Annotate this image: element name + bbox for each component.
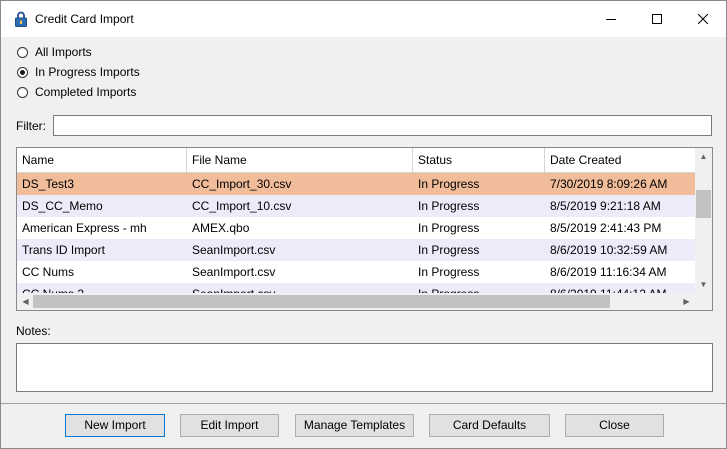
cell-name: American Express - mh: [22, 221, 147, 235]
cell-status: In Progress: [418, 177, 480, 191]
cell-date-created: 7/30/2019 8:09:26 AM: [550, 177, 668, 191]
cell-file-name: SeanImport.csv: [192, 265, 276, 279]
radio-button[interactable]: [17, 66, 28, 78]
table-row[interactable]: DS_CC_Memo CC_Import_10.csv In Progress …: [17, 195, 695, 217]
cell-status: In Progress: [418, 199, 480, 213]
scroll-down-icon[interactable]: ▼: [695, 277, 712, 293]
edit-import-button[interactable]: Edit Import: [180, 414, 279, 437]
card-defaults-button[interactable]: Card Defaults: [429, 414, 550, 437]
new-import-button[interactable]: New Import: [65, 414, 165, 437]
filter-input[interactable]: [53, 115, 712, 136]
radio-button[interactable]: [17, 86, 28, 98]
maximize-icon: [652, 14, 662, 24]
maximize-button[interactable]: [634, 1, 680, 37]
close-window-button[interactable]: [680, 1, 726, 37]
column-header-name[interactable]: Name: [17, 148, 187, 172]
column-header-status[interactable]: Status: [413, 148, 545, 172]
cell-file-name: SeanImport.csv: [192, 243, 276, 257]
column-header-date-created[interactable]: Date Created: [545, 148, 695, 172]
radio-label: Completed Imports: [35, 85, 137, 99]
notes-label: Notes:: [16, 324, 51, 338]
cell-name: CC Nums: [22, 265, 75, 279]
cell-status: In Progress: [418, 243, 480, 257]
window-title: Credit Card Import: [35, 12, 134, 26]
cell-date-created: 8/6/2019 10:32:59 AM: [550, 243, 668, 257]
table-row[interactable]: American Express - mh AMEX.qbo In Progre…: [17, 217, 695, 239]
manage-templates-button[interactable]: Manage Templates: [295, 414, 414, 437]
minimize-icon: [606, 19, 616, 20]
radio-all-imports[interactable]: All Imports: [17, 44, 92, 60]
table-header: Name File Name Status Date Created: [17, 148, 695, 173]
cell-status: In Progress: [418, 265, 480, 279]
horizontal-scroll-thumb[interactable]: [33, 295, 610, 308]
radio-label: In Progress Imports: [35, 65, 140, 79]
cell-name: Trans ID Import: [22, 243, 105, 257]
cell-file-name: AMEX.qbo: [192, 221, 250, 235]
scroll-up-icon[interactable]: ▲: [695, 149, 712, 165]
table-row[interactable]: CC Nums SeanImport.csv In Progress 8/6/2…: [17, 261, 695, 283]
close-button[interactable]: Close: [565, 414, 664, 437]
radio-completed-imports[interactable]: Completed Imports: [17, 84, 136, 100]
cell-name: DS_Test3: [22, 177, 75, 191]
radio-in-progress-imports[interactable]: In Progress Imports: [17, 64, 140, 80]
cell-file-name: CC_Import_30.csv: [192, 177, 292, 191]
scroll-right-icon[interactable]: ▶: [678, 294, 695, 310]
cell-file-name: CC_Import_10.csv: [192, 199, 292, 213]
cell-date-created: 8/5/2019 9:21:18 AM: [550, 199, 661, 213]
credit-card-import-window: Credit Card Import All Imports In Progre…: [0, 0, 727, 449]
horizontal-scrollbar[interactable]: ◀ ▶: [17, 293, 695, 310]
vertical-scroll-thumb[interactable]: [696, 190, 711, 218]
imports-table: Name File Name Status Date Created DS_Te…: [16, 147, 713, 311]
column-header-file-name[interactable]: File Name: [187, 148, 413, 172]
lock-icon: [15, 11, 27, 27]
radio-label: All Imports: [35, 45, 92, 59]
scrollbar-corner: [695, 293, 712, 310]
radio-button[interactable]: [17, 46, 28, 58]
cell-status: In Progress: [418, 221, 480, 235]
title-bar[interactable]: Credit Card Import: [1, 1, 726, 37]
table-row[interactable]: DS_Test3 CC_Import_30.csv In Progress 7/…: [17, 173, 695, 195]
minimize-button[interactable]: [588, 1, 634, 37]
cell-date-created: 8/5/2019 2:41:43 PM: [550, 221, 662, 235]
vertical-scrollbar[interactable]: ▲ ▼: [695, 148, 712, 293]
close-icon: [698, 14, 708, 24]
scroll-left-icon[interactable]: ◀: [17, 294, 34, 310]
notes-field[interactable]: [16, 343, 713, 392]
cell-name: DS_CC_Memo: [22, 199, 103, 213]
footer-divider: [1, 403, 726, 404]
cell-date-created: 8/6/2019 11:16:34 AM: [550, 265, 667, 279]
table-row[interactable]: Trans ID Import SeanImport.csv In Progre…: [17, 239, 695, 261]
filter-label: Filter:: [16, 119, 46, 133]
